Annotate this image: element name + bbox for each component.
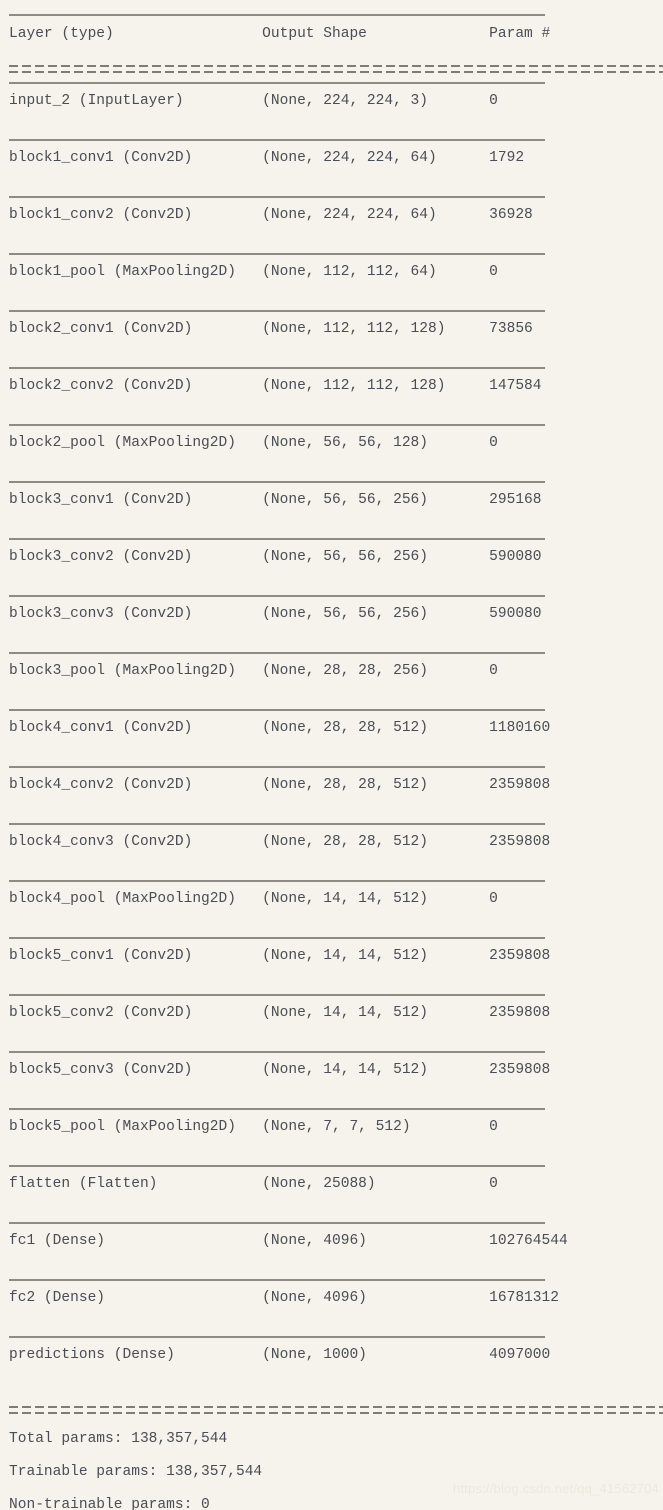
layer-row-text: flatten (Flatten) (None, 25088) 0 xyxy=(9,1176,498,1192)
layer-row-text: predictions (Dense) (None, 1000) 4097000 xyxy=(9,1347,551,1363)
layer-row-text: block5_pool (MaxPooling2D) (None, 7, 7, … xyxy=(9,1119,498,1135)
layer-row: block2_pool (MaxPooling2D) (None, 56, 56… xyxy=(0,424,663,481)
layer-row-text: block5_conv1 (Conv2D) (None, 14, 14, 512… xyxy=(9,948,551,964)
layer-row: block5_conv3 (Conv2D) (None, 14, 14, 512… xyxy=(0,1051,663,1108)
layer-row-text: block4_conv1 (Conv2D) (None, 28, 28, 512… xyxy=(9,720,551,736)
layer-row: block1_conv2 (Conv2D) (None, 224, 224, 6… xyxy=(0,196,663,253)
layer-row-text: block3_pool (MaxPooling2D) (None, 28, 28… xyxy=(9,663,498,679)
layer-row-text: block2_pool (MaxPooling2D) (None, 56, 56… xyxy=(9,435,498,451)
layer-row: block5_conv1 (Conv2D) (None, 14, 14, 512… xyxy=(0,937,663,994)
layer-row: block4_conv3 (Conv2D) (None, 28, 28, 512… xyxy=(0,823,663,880)
layer-row: block5_conv2 (Conv2D) (None, 14, 14, 512… xyxy=(0,994,663,1051)
layer-row-text: input_2 (InputLayer) (None, 224, 224, 3)… xyxy=(9,93,498,109)
layer-row: block3_conv3 (Conv2D) (None, 56, 56, 256… xyxy=(0,595,663,652)
layer-rows-container: input_2 (InputLayer) (None, 224, 224, 3)… xyxy=(0,82,663,1393)
layer-row-text: block3_conv1 (Conv2D) (None, 56, 56, 256… xyxy=(9,492,542,508)
layer-row: fc2 (Dense) (None, 4096) 16781312 xyxy=(0,1279,663,1336)
layer-row: block3_pool (MaxPooling2D) (None, 28, 28… xyxy=(0,652,663,709)
layer-row-text: block1_conv2 (Conv2D) (None, 224, 224, 6… xyxy=(9,207,533,223)
layer-row-text: fc1 (Dense) (None, 4096) 102764544 xyxy=(9,1233,568,1249)
layer-row: fc1 (Dense) (None, 4096) 102764544 xyxy=(0,1222,663,1279)
footer-equals-rule xyxy=(0,1399,663,1419)
layer-row: block2_conv1 (Conv2D) (None, 112, 112, 1… xyxy=(0,310,663,367)
totals-container: Total params: 138,357,544 Trainable param… xyxy=(0,1423,663,1510)
layer-row-text: block3_conv3 (Conv2D) (None, 56, 56, 256… xyxy=(9,606,542,622)
layer-row-text: block5_conv3 (Conv2D) (None, 14, 14, 512… xyxy=(9,1062,551,1078)
layer-row: block1_pool (MaxPooling2D) (None, 112, 1… xyxy=(0,253,663,310)
layer-row: block3_conv2 (Conv2D) (None, 56, 56, 256… xyxy=(0,538,663,595)
header-equals-rule xyxy=(0,58,663,78)
layer-row: block4_conv1 (Conv2D) (None, 28, 28, 512… xyxy=(0,709,663,766)
layer-row-text: block3_conv2 (Conv2D) (None, 56, 56, 256… xyxy=(9,549,542,565)
layer-row-text: block1_conv1 (Conv2D) (None, 224, 224, 6… xyxy=(9,150,525,166)
layer-row-text: block4_conv3 (Conv2D) (None, 28, 28, 512… xyxy=(9,834,551,850)
totals-line: Total params: 138,357,544 xyxy=(9,1431,228,1447)
layer-row: block1_conv1 (Conv2D) (None, 224, 224, 6… xyxy=(0,139,663,196)
layer-row: block5_pool (MaxPooling2D) (None, 7, 7, … xyxy=(0,1108,663,1165)
layer-row: block2_conv2 (Conv2D) (None, 112, 112, 1… xyxy=(0,367,663,424)
layer-row: flatten (Flatten) (None, 25088) 0 xyxy=(0,1165,663,1222)
layer-row-text: fc2 (Dense) (None, 4096) 16781312 xyxy=(9,1290,559,1306)
layer-row-text: block2_conv1 (Conv2D) (None, 112, 112, 1… xyxy=(9,321,533,337)
layer-row: block3_conv1 (Conv2D) (None, 56, 56, 256… xyxy=(0,481,663,538)
layer-row-text: block2_conv2 (Conv2D) (None, 112, 112, 1… xyxy=(9,378,542,394)
layer-row-text: block4_conv2 (Conv2D) (None, 28, 28, 512… xyxy=(9,777,551,793)
layer-row: block4_conv2 (Conv2D) (None, 28, 28, 512… xyxy=(0,766,663,823)
column-header-row: Layer (type) Output Shape Param # xyxy=(9,26,551,42)
model-summary-output: Layer (type) Output Shape Param # input_… xyxy=(0,0,663,1510)
layer-row-text: block4_pool (MaxPooling2D) (None, 14, 14… xyxy=(9,891,498,907)
layer-row-text: block1_pool (MaxPooling2D) (None, 112, 1… xyxy=(9,264,498,280)
watermark: https://blog.csdn.net/qq_41562704 xyxy=(452,1481,659,1496)
layer-row: input_2 (InputLayer) (None, 224, 224, 3)… xyxy=(0,82,663,139)
layer-row: block4_pool (MaxPooling2D) (None, 14, 14… xyxy=(0,880,663,937)
layer-row-text: block5_conv2 (Conv2D) (None, 14, 14, 512… xyxy=(9,1005,551,1021)
layer-row: predictions (Dense) (None, 1000) 4097000 xyxy=(0,1336,663,1393)
